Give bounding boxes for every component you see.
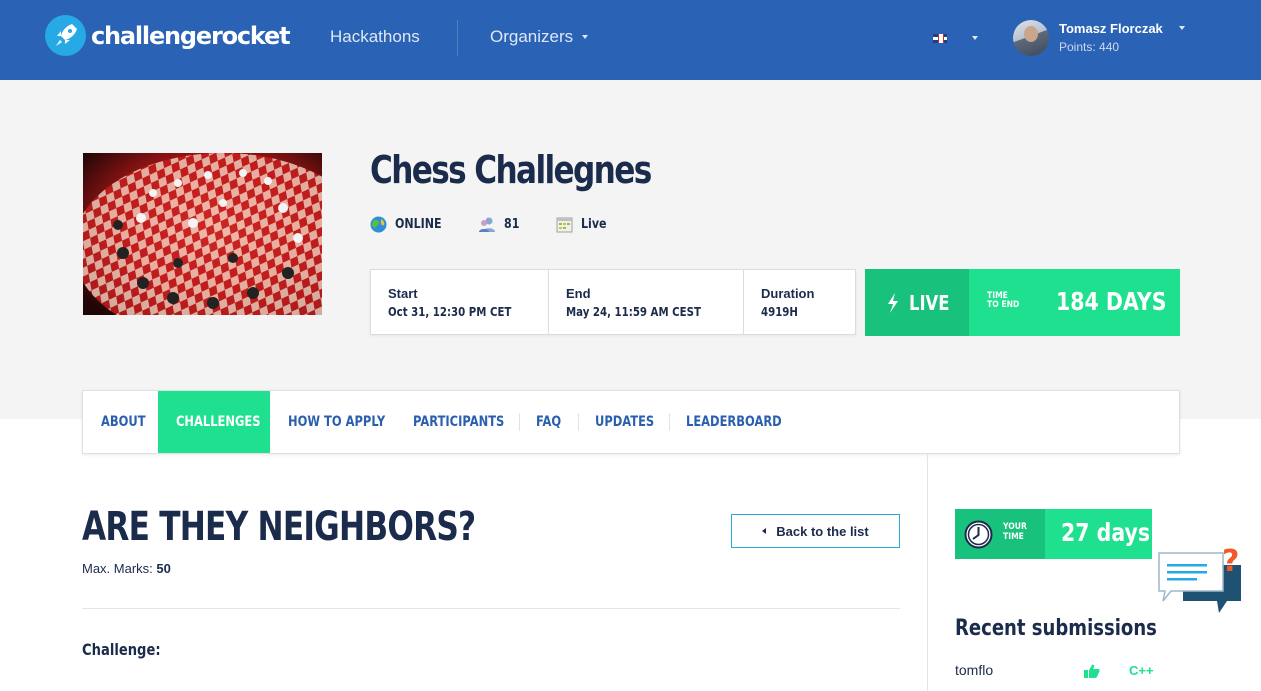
meta-participants: 81 <box>478 216 522 232</box>
back-to-list-button[interactable]: Back to the list <box>731 514 900 548</box>
duration-value: 4919H <box>761 305 798 319</box>
svg-text:?: ? <box>1222 544 1239 579</box>
tab-faq-label: FAQ <box>536 414 562 430</box>
time-to-end-label: TIME TO END <box>987 292 1019 310</box>
your-time-label: YOUR TIME <box>1003 522 1027 542</box>
tab-separator <box>669 413 670 431</box>
days-remaining: 184 DAYS <box>1056 287 1167 316</box>
meta-participants-count: 81 <box>504 216 520 232</box>
tab-separator <box>578 413 579 431</box>
thumbs-up-icon <box>1084 664 1100 678</box>
tab-participants[interactable]: PARTICIPANTS <box>413 391 524 453</box>
help-chat-icon[interactable]: ? <box>1157 543 1245 622</box>
tab-how-to-apply[interactable]: HOW TO APPLY <box>288 391 407 453</box>
chevron-down-icon[interactable] <box>1179 26 1185 30</box>
top-navigation-bar: challengerocket Hackathons Organizers To… <box>0 0 1261 80</box>
nav-divider <box>457 20 458 56</box>
tab-leaderboard[interactable]: LEADERBOARD <box>686 391 803 453</box>
start-value: Oct 31, 12:30 PM CET <box>388 305 512 319</box>
tab-about[interactable]: ABOUT <box>101 391 155 453</box>
tab-challenges[interactable]: CHALLENGES <box>158 391 270 453</box>
your-time-box: YOUR TIME 27 days <box>955 509 1152 559</box>
your-time-line2: TIME <box>1003 532 1024 542</box>
tab-separator <box>519 413 520 431</box>
back-to-list-label: Back to the list <box>776 523 869 539</box>
rocket-icon <box>45 15 86 56</box>
your-time-value: 27 days <box>1061 518 1151 547</box>
tab-faq[interactable]: FAQ <box>536 391 567 453</box>
tab-participants-label: PARTICIPANTS <box>413 414 505 430</box>
chevron-down-icon[interactable] <box>972 36 978 40</box>
time-to-end-line2: TO END <box>987 300 1020 310</box>
tab-about-label: ABOUT <box>101 414 146 430</box>
lightning-icon <box>888 292 898 313</box>
meta-location: ONLINE <box>370 216 450 233</box>
recent-submissions-title: Recent submissions <box>955 616 1157 641</box>
chess-board-image <box>83 153 322 315</box>
live-status-box: LIVE TIME TO END 184 DAYS <box>865 269 1180 336</box>
sidebar-divider <box>927 454 928 691</box>
tab-updates[interactable]: UPDATES <box>595 391 667 453</box>
start-label: Start <box>388 286 418 301</box>
calendar-icon <box>556 217 573 233</box>
avatar[interactable] <box>1013 20 1049 56</box>
end-value: May 24, 11:59 AM CEST <box>566 305 701 319</box>
submission-language: C++ <box>1129 663 1154 678</box>
tab-challenges-label: CHALLENGES <box>176 414 261 430</box>
challenge-title: ARE THEY NEIGHBORS? <box>82 504 476 550</box>
duration-cell: Duration 4919H <box>743 270 856 334</box>
tab-updates-label: UPDATES <box>595 414 655 430</box>
nav-hackathons[interactable]: Hackathons <box>330 27 420 47</box>
meta-status-text: Live <box>581 217 607 232</box>
uk-flag-icon[interactable] <box>933 34 947 43</box>
logo[interactable]: challengerocket <box>45 15 291 56</box>
max-marks-value: 50 <box>156 561 171 576</box>
chevron-left-icon <box>762 528 767 534</box>
divider <box>82 608 900 609</box>
clock-icon <box>964 520 993 549</box>
live-badge: LIVE <box>865 269 969 336</box>
max-marks-label: Max. Marks: <box>82 561 157 576</box>
duration-label: Duration <box>761 286 815 301</box>
start-cell: Start Oct 31, 12:30 PM CET <box>371 270 548 334</box>
your-time-badge: YOUR TIME <box>955 509 1045 559</box>
live-label: LIVE <box>909 290 950 315</box>
meta-status: Live <box>556 216 611 233</box>
tab-leaderboard-label: LEADERBOARD <box>686 414 782 430</box>
challenge-section-label: Challenge: <box>82 640 161 659</box>
globe-icon <box>370 216 387 233</box>
hackathon-title: Chess Challegnes <box>370 148 652 192</box>
dates-box: Start Oct 31, 12:30 PM CET End May 24, 1… <box>370 269 856 335</box>
submission-user[interactable]: tomflo <box>955 662 993 678</box>
max-marks: Max. Marks: 50 <box>82 561 171 576</box>
meta-location-text: ONLINE <box>395 217 442 232</box>
user-name[interactable]: Tomasz Florczak <box>1059 21 1163 36</box>
nav-organizers[interactable]: Organizers <box>490 27 589 47</box>
hackathon-tabs: ABOUT CHALLENGES HOW TO APPLY PARTICIPAN… <box>82 390 1180 454</box>
your-time-line1: YOUR <box>1003 522 1027 532</box>
end-label: End <box>566 286 591 301</box>
nav-organizers-label: Organizers <box>490 27 574 46</box>
tab-how-to-apply-label: HOW TO APPLY <box>288 414 386 430</box>
logo-text: challengerocket <box>91 21 291 50</box>
end-cell: End May 24, 11:59 AM CEST <box>548 270 743 334</box>
user-points: Points: 440 <box>1059 40 1120 54</box>
chevron-down-icon <box>582 34 589 39</box>
users-icon <box>479 217 495 232</box>
